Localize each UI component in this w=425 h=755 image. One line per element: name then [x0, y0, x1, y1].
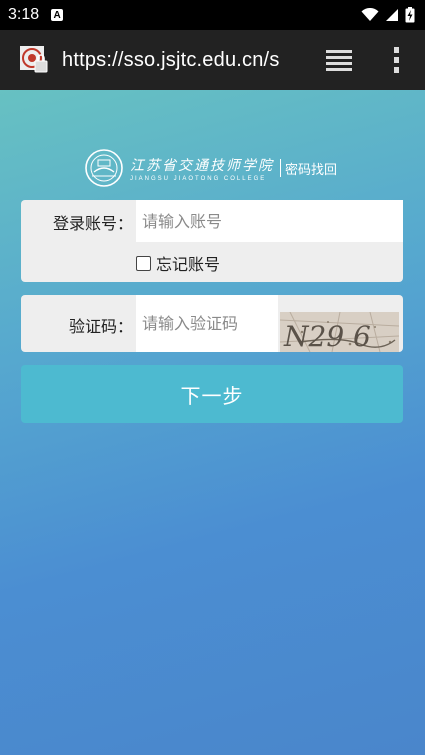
header-divider	[280, 159, 281, 177]
tabs-icon[interactable]	[324, 46, 358, 74]
remember-checkbox[interactable]	[136, 255, 151, 271]
status-icons	[361, 7, 415, 23]
more-vert-icon[interactable]	[384, 44, 408, 76]
remember-account[interactable]: 忘记账号	[136, 251, 220, 275]
captcha-label: 验证码：	[68, 317, 133, 336]
account-input[interactable]	[136, 200, 403, 242]
captcha-input[interactable]	[136, 295, 278, 352]
captcha-card: 验证码： N29 6	[21, 295, 403, 352]
remember-label: 忘记账号	[156, 255, 221, 274]
next-step-button[interactable]: 下一步	[21, 365, 403, 423]
captcha-text: N29 6	[283, 320, 371, 352]
clock: 3:18	[8, 6, 40, 23]
site-favicon-icon	[20, 46, 48, 74]
account-label: 登录账号：	[52, 214, 133, 233]
url-bar[interactable]: https://sso.jsjtc.edu.cn/s	[62, 49, 312, 72]
status-bar: 3:18 A	[0, 0, 425, 30]
school-name: 江苏省交通技师学院 JIANGSU JIAOTONG COLLEGE	[130, 155, 274, 182]
school-header: 江苏省交通技师学院 JIANGSU JIAOTONG COLLEGE 密码找回	[84, 149, 364, 187]
battery-charging-icon	[405, 7, 415, 23]
browser-toolbar: https://sso.jsjtc.edu.cn/s	[0, 30, 425, 90]
school-name-cn: 江苏省交通技师学院	[130, 157, 274, 174]
signal-icon	[386, 9, 398, 21]
account-card: 登录账号： 忘记账号	[21, 200, 403, 282]
school-name-en: JIANGSU JIAOTONG COLLEGE	[130, 175, 267, 182]
login-page: 江苏省交通技师学院 JIANGSU JIAOTONG COLLEGE 密码找回 …	[0, 90, 425, 755]
school-seal-icon	[85, 149, 123, 187]
notification-badge: A	[51, 9, 64, 21]
reset-password-link[interactable]: 密码找回	[285, 159, 337, 178]
captcha-image[interactable]: N29 6	[280, 312, 399, 352]
wifi-icon	[361, 8, 379, 21]
